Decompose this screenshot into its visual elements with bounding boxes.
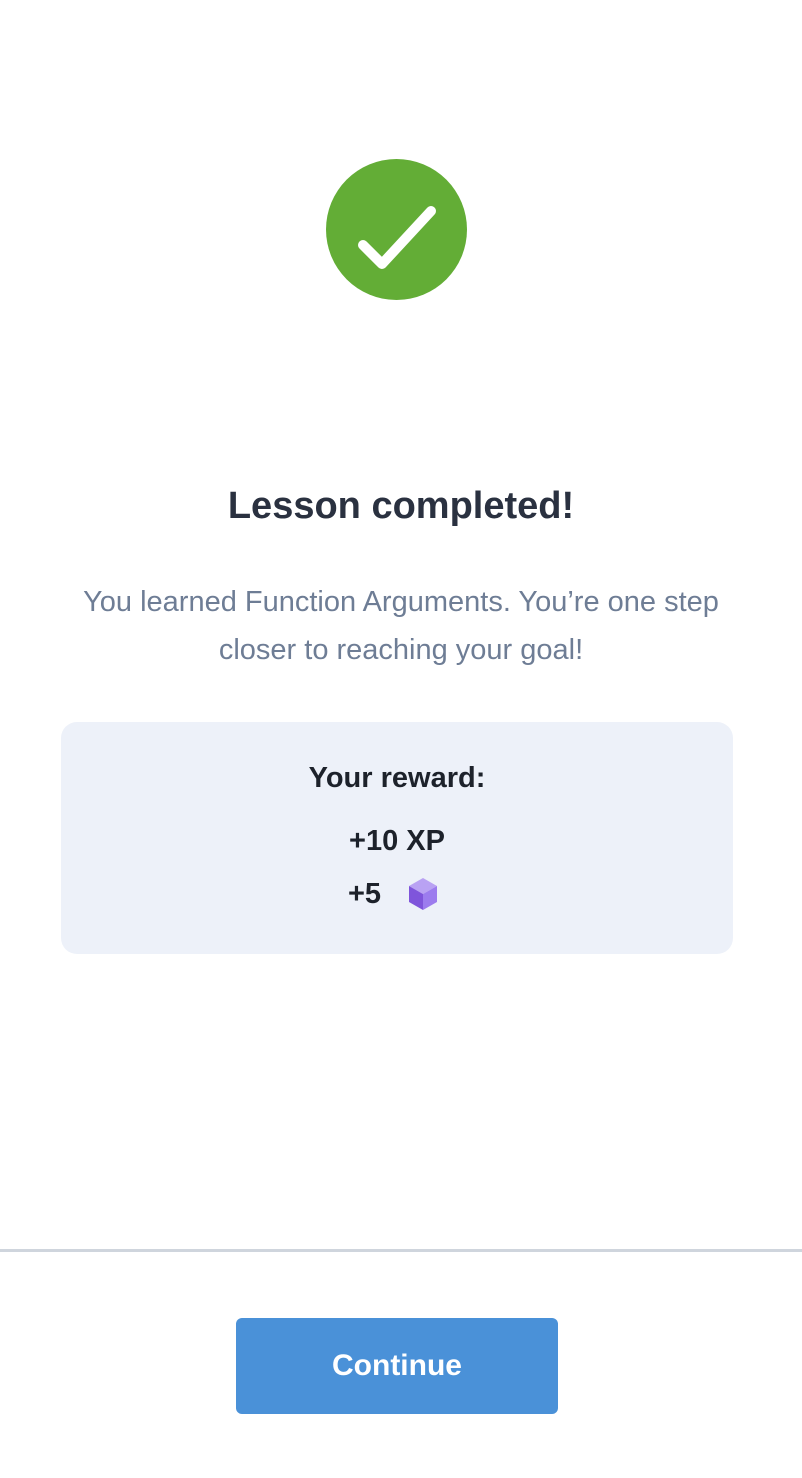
reward-panel: Your reward: +10 XP +5	[61, 722, 733, 954]
page-title: Lesson completed!	[227, 485, 575, 527]
reward-heading: Your reward:	[308, 762, 486, 794]
reward-bits-amount: +5	[348, 878, 382, 910]
success-badge	[326, 159, 467, 300]
footer-divider	[0, 1249, 802, 1252]
lesson-summary-text: You learned Function Arguments. You’re o…	[83, 586, 719, 666]
reward-bits: +5	[348, 874, 439, 914]
continue-button[interactable]: Continue	[236, 1318, 558, 1414]
cube-icon	[409, 878, 438, 910]
checkmark-icon	[358, 206, 436, 269]
reward-xp: +10 XP	[349, 825, 445, 857]
